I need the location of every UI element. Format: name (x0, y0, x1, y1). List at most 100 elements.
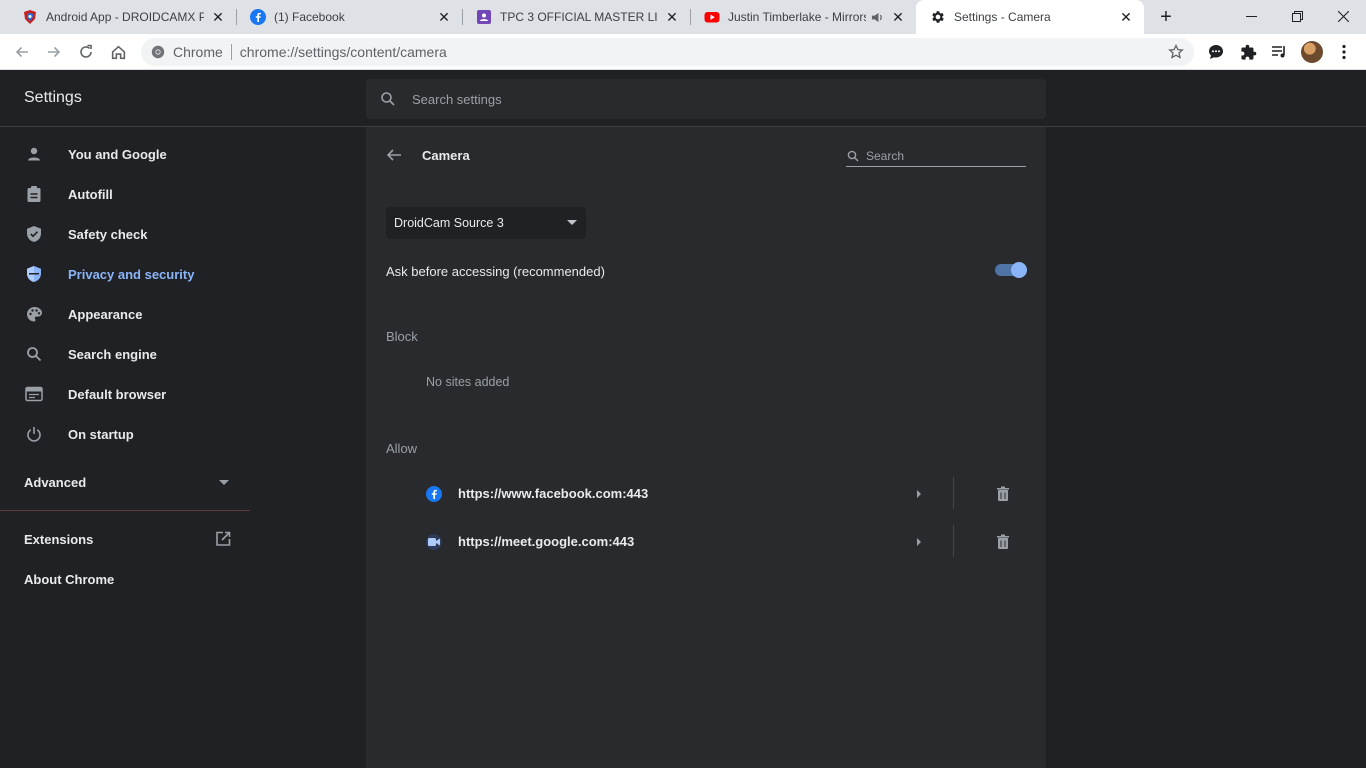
person-icon (24, 144, 44, 164)
block-empty-message: No sites added (426, 375, 510, 389)
close-tab-icon[interactable]: ✕ (1118, 9, 1134, 25)
trash-icon[interactable] (993, 484, 1013, 504)
camera-search-field[interactable]: Search (846, 145, 1026, 167)
sidebar-item-label: Privacy and security (68, 266, 195, 282)
sidebar-item-label: Autofill (68, 186, 113, 202)
sidebar-item-label: Safety check (68, 226, 148, 242)
advanced-label: Advanced (24, 475, 87, 490)
reload-button[interactable] (72, 38, 100, 66)
sidebar-item-default-browser[interactable]: Default browser (0, 374, 250, 414)
browser-window-icon (24, 384, 44, 404)
sidebar-item-label: On startup (68, 426, 134, 442)
media-controls-button[interactable] (1265, 38, 1293, 66)
camera-settings-card: Camera Search DroidCam Source 3 Ask befo… (366, 127, 1046, 768)
facebook-icon (250, 9, 266, 25)
sidebar-item-autofill[interactable]: Autofill (0, 174, 250, 214)
chevron-down-icon (219, 480, 229, 485)
extension-chat-button[interactable] (1202, 38, 1230, 66)
address-bar[interactable]: Chrome chrome://settings/content/camera (141, 38, 1194, 66)
close-tab-icon[interactable]: ✕ (664, 9, 680, 25)
ask-before-accessing-label: Ask before accessing (recommended) (386, 264, 605, 279)
back-arrow-button[interactable] (384, 145, 404, 165)
tab-title: TPC 3 OFFICIAL MASTER LIST (500, 10, 658, 24)
extensions-puzzle-button[interactable] (1234, 38, 1262, 66)
facebook-icon (426, 486, 442, 502)
speaker-icon[interactable] (870, 10, 884, 24)
profile-avatar-button[interactable] (1298, 38, 1326, 66)
shield-icon (24, 264, 44, 284)
tab-youtube[interactable]: Justin Timberlake - Mirrors ✕ (690, 0, 916, 34)
allow-heading: Allow (386, 441, 418, 456)
trash-icon[interactable] (993, 532, 1013, 552)
search-input[interactable]: Search (866, 149, 904, 163)
list-item[interactable]: https://meet.google.com:443 (366, 519, 1046, 565)
sidebar-item-label: Appearance (68, 306, 143, 322)
page-title: Camera (422, 148, 470, 163)
row-divider (953, 477, 954, 509)
browser-toolbar: Chrome chrome://settings/content/camera (0, 34, 1366, 70)
block-heading: Block (386, 329, 418, 344)
close-tab-icon[interactable]: ✕ (436, 9, 452, 25)
new-tab-button[interactable]: + (1155, 6, 1177, 28)
youtube-icon (704, 9, 720, 25)
gear-icon (930, 9, 946, 25)
chrome-menu-button[interactable] (1330, 38, 1358, 66)
sidebar-item-extensions[interactable]: Extensions (0, 519, 250, 559)
sidebar-item-safety-check[interactable]: Safety check (0, 214, 250, 254)
search-icon (846, 149, 860, 163)
bookmark-star-icon[interactable] (1168, 44, 1184, 60)
close-window-button[interactable] (1320, 0, 1366, 32)
tab-settings-camera[interactable]: Settings - Camera ✕ (916, 0, 1144, 34)
settings-title: Settings (24, 89, 82, 106)
tab-title: Android App - DROIDCAMX PF (46, 10, 204, 24)
back-button[interactable] (8, 38, 36, 66)
arrow-right-icon[interactable] (913, 536, 925, 548)
site-url: https://meet.google.com:443 (458, 534, 635, 549)
settings-search-field[interactable]: Search settings (366, 79, 1046, 119)
tab-droidcam[interactable]: Android App - DROIDCAMX PF ✕ (8, 0, 236, 34)
power-icon (24, 424, 44, 444)
site-url: https://www.facebook.com:443 (458, 486, 649, 501)
ask-before-accessing-toggle[interactable] (995, 262, 1027, 278)
minimize-button[interactable] (1228, 0, 1274, 32)
arrow-right-icon[interactable] (913, 488, 925, 500)
open-in-new-icon (214, 530, 232, 548)
restore-button[interactable] (1274, 0, 1320, 32)
sidebar-item-about-chrome[interactable]: About Chrome (0, 559, 250, 599)
settings-header: Settings Search settings (0, 70, 1366, 127)
chevron-down-icon (567, 220, 577, 225)
tab-facebook[interactable]: (1) Facebook ✕ (236, 0, 462, 34)
url-text: chrome://settings/content/camera (239, 44, 447, 60)
sidebar-item-appearance[interactable]: Appearance (0, 294, 250, 334)
list-item[interactable]: https://www.facebook.com:443 (366, 471, 1046, 517)
tab-title: (1) Facebook (274, 10, 345, 24)
camera-device-select[interactable]: DroidCam Source 3 (386, 207, 586, 239)
tab-title: Justin Timberlake - Mirrors (728, 10, 866, 24)
clipboard-icon (24, 184, 44, 204)
sidebar-divider (0, 510, 250, 511)
search-input[interactable]: Search settings (412, 92, 502, 107)
search-icon (24, 344, 44, 364)
close-tab-icon[interactable]: ✕ (890, 9, 906, 25)
tab-master-list[interactable]: TPC 3 OFFICIAL MASTER LIST ✕ (462, 0, 690, 34)
sidebar-item-label: You and Google (68, 146, 167, 162)
tab-title: Settings - Camera (954, 10, 1051, 24)
tab-strip: Android App - DROIDCAMX PF ✕ (1) Faceboo… (0, 0, 1366, 34)
sidebar-item-label: Search engine (68, 346, 157, 362)
sidebar-item-advanced[interactable]: Advanced (0, 462, 250, 502)
purple-form-icon (476, 9, 492, 25)
row-divider (953, 525, 954, 557)
sidebar-item-search-engine[interactable]: Search engine (0, 334, 250, 374)
sidebar-item-privacy-and-security[interactable]: Privacy and security (0, 254, 250, 294)
sidebar-item-on-startup[interactable]: On startup (0, 414, 250, 454)
chrome-logo-icon (151, 45, 165, 59)
google-meet-icon (426, 534, 442, 550)
settings-sidebar: You and Google Autofill Safety check Pri… (0, 127, 250, 768)
sidebar-item-you-and-google[interactable]: You and Google (0, 134, 250, 174)
site-chip-label: Chrome (173, 44, 223, 60)
droidcam-shield-icon (22, 9, 38, 25)
close-tab-icon[interactable]: ✕ (210, 9, 226, 25)
forward-button[interactable] (40, 38, 68, 66)
home-button[interactable] (104, 38, 132, 66)
omnibox-separator (230, 44, 232, 60)
